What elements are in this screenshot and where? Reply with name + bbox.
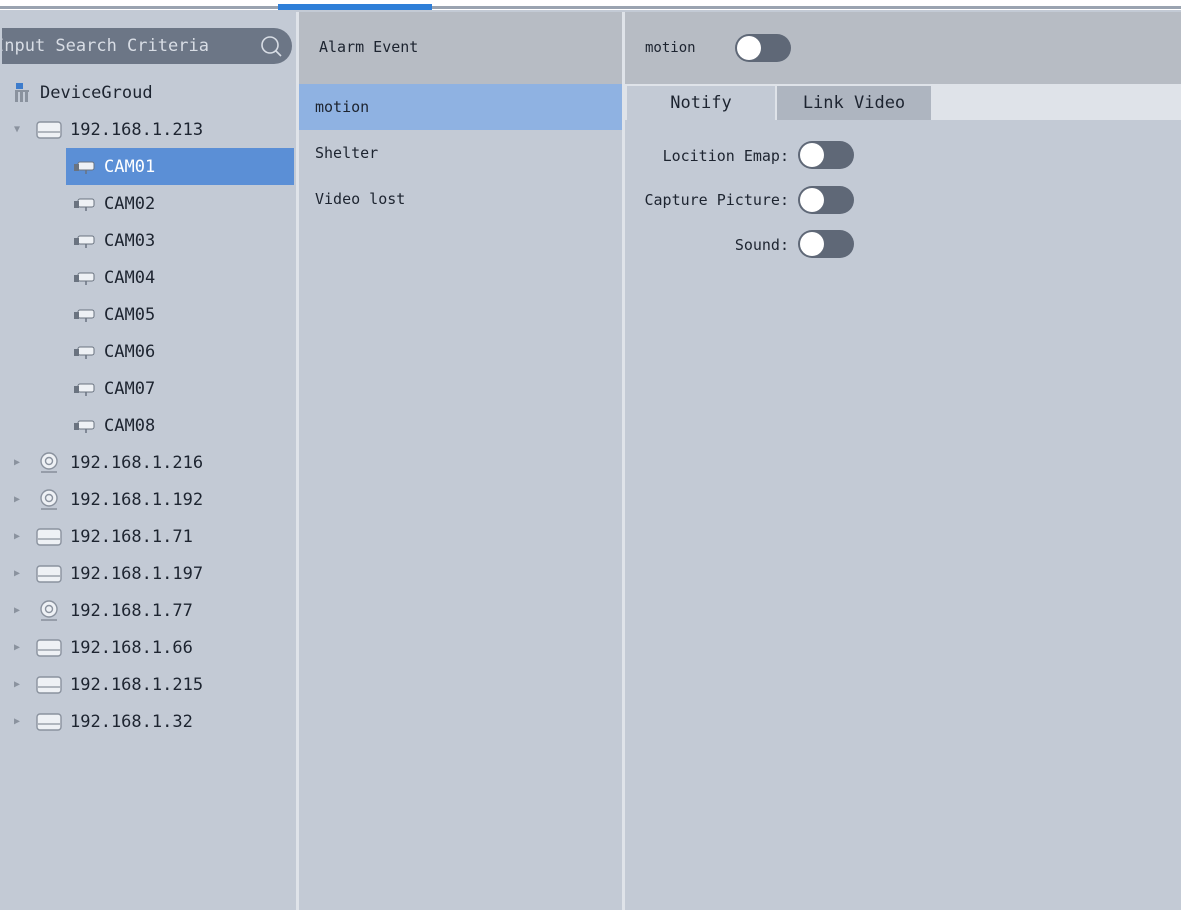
capture-picture-toggle[interactable] [798, 186, 854, 214]
search-icon[interactable] [260, 35, 282, 57]
location-emap-toggle[interactable] [798, 141, 854, 169]
option-label-capture-picture: Capture Picture: [644, 191, 790, 209]
webcam-icon [40, 599, 58, 621]
camera-label: CAM08 [104, 415, 156, 436]
camera-label: CAM03 [104, 230, 156, 251]
event-item-label: motion [315, 98, 370, 116]
tree-device[interactable]: ▶ 192.168.1.66 [14, 629, 193, 666]
camera-icon [74, 198, 95, 211]
search-box [2, 28, 292, 64]
alarm-event-title: Alarm Event [319, 38, 419, 56]
event-item-label: Video lost [315, 190, 406, 208]
tree-camera-cam03[interactable]: CAM03 [66, 222, 294, 259]
expand-arrow-icon[interactable]: ▶ [14, 642, 26, 653]
device-label: 192.168.1.213 [70, 119, 204, 140]
toggle-knob [737, 36, 761, 60]
webcam-icon [40, 451, 58, 473]
tree-camera-cam04[interactable]: CAM04 [66, 259, 294, 296]
camera-icon [74, 346, 95, 359]
tree-camera-cam07[interactable]: CAM07 [66, 370, 294, 407]
top-bar [0, 0, 1181, 10]
nvr-icon [36, 712, 62, 731]
tree-root-label: DeviceGroud [40, 82, 153, 103]
tree-device[interactable]: ▶ 192.168.1.192 [14, 481, 203, 518]
camera-icon [74, 161, 95, 174]
device-group-icon [15, 82, 29, 102]
camera-label: CAM06 [104, 341, 156, 362]
device-label: 192.168.1.216 [70, 452, 204, 473]
expand-arrow-icon[interactable]: ▼ [14, 124, 26, 135]
event-item-motion[interactable]: motion [299, 84, 622, 130]
nvr-icon [36, 564, 62, 583]
device-label: 192.168.1.215 [70, 674, 204, 695]
expand-arrow-icon[interactable]: ▶ [14, 716, 26, 727]
camera-label: CAM02 [104, 193, 156, 214]
toggle-knob [800, 232, 824, 256]
event-detail-title: motion [645, 40, 696, 56]
option-label-location-emap: Locition Emap: [662, 147, 789, 165]
camera-icon [74, 309, 95, 322]
device-label: 192.168.1.66 [70, 637, 193, 658]
camera-icon [74, 420, 95, 433]
tab-notify[interactable]: Notify [627, 86, 775, 120]
camera-icon [74, 235, 95, 248]
camera-label: CAM05 [104, 304, 156, 325]
nvr-icon [36, 638, 62, 657]
expand-arrow-icon[interactable]: ▶ [14, 605, 26, 616]
active-tab-indicator [278, 4, 432, 10]
event-detail-panel: motion Notify Link Video Locition Emap: … [625, 12, 1181, 910]
tree-camera-cam05[interactable]: CAM05 [66, 296, 294, 333]
expand-arrow-icon[interactable]: ▶ [14, 531, 26, 542]
tab-link-video[interactable]: Link Video [777, 86, 931, 120]
device-label: 192.168.1.71 [70, 526, 193, 547]
camera-label: CAM01 [104, 156, 156, 177]
device-label: 192.168.1.192 [70, 489, 204, 510]
camera-label: CAM04 [104, 267, 156, 288]
expand-arrow-icon[interactable]: ▶ [14, 568, 26, 579]
tree-root[interactable]: DeviceGroud [12, 74, 153, 111]
tree-device[interactable]: ▶ 192.168.1.32 [14, 703, 193, 740]
tree-camera-cam06[interactable]: CAM06 [66, 333, 294, 370]
expand-arrow-icon[interactable]: ▶ [14, 679, 26, 690]
alarm-event-panel: Alarm Event motion Shelter Video lost [299, 12, 622, 910]
nvr-icon [36, 527, 62, 546]
camera-icon [74, 383, 95, 396]
webcam-icon [40, 488, 58, 510]
toggle-knob [800, 188, 824, 212]
event-detail-header: motion [625, 12, 1181, 84]
camera-icon [74, 272, 95, 285]
event-item-shelter[interactable]: Shelter [299, 130, 622, 176]
tree-device[interactable]: ▶ 192.168.1.197 [14, 555, 203, 592]
event-item-video-lost[interactable]: Video lost [299, 176, 622, 222]
top-divider [0, 6, 1181, 9]
device-label: 192.168.1.32 [70, 711, 193, 732]
tree-camera-cam01[interactable]: CAM01 [66, 148, 294, 185]
device-label: 192.168.1.77 [70, 600, 193, 621]
search-input[interactable] [2, 28, 252, 64]
device-label: 192.168.1.197 [70, 563, 204, 584]
tree-device-expanded[interactable]: ▼ 192.168.1.213 [14, 111, 203, 148]
tree-camera-cam08[interactable]: CAM08 [66, 407, 294, 444]
tree-camera-cam02[interactable]: CAM02 [66, 185, 294, 222]
option-label-sound: Sound: [734, 236, 789, 254]
event-item-label: Shelter [315, 144, 379, 162]
nvr-icon [36, 675, 62, 694]
toggle-knob [800, 143, 824, 167]
nvr-icon [36, 120, 62, 139]
tree-device[interactable]: ▶ 192.168.1.215 [14, 666, 203, 703]
sound-toggle[interactable] [798, 230, 854, 258]
camera-label: CAM07 [104, 378, 156, 399]
detail-tabs: Notify Link Video [625, 84, 1181, 120]
alarm-event-header: Alarm Event [299, 12, 622, 84]
tree-device[interactable]: ▶ 192.168.1.71 [14, 518, 193, 555]
tree-device[interactable]: ▶ 192.168.1.77 [14, 592, 193, 629]
expand-arrow-icon[interactable]: ▶ [14, 457, 26, 468]
event-enable-toggle[interactable] [735, 34, 791, 62]
tree-device[interactable]: ▶ 192.168.1.216 [14, 444, 203, 481]
expand-arrow-icon[interactable]: ▶ [14, 494, 26, 505]
device-tree-panel: DeviceGroud ▼ 192.168.1.213 CAM01 CAM02 CA… [0, 12, 296, 910]
